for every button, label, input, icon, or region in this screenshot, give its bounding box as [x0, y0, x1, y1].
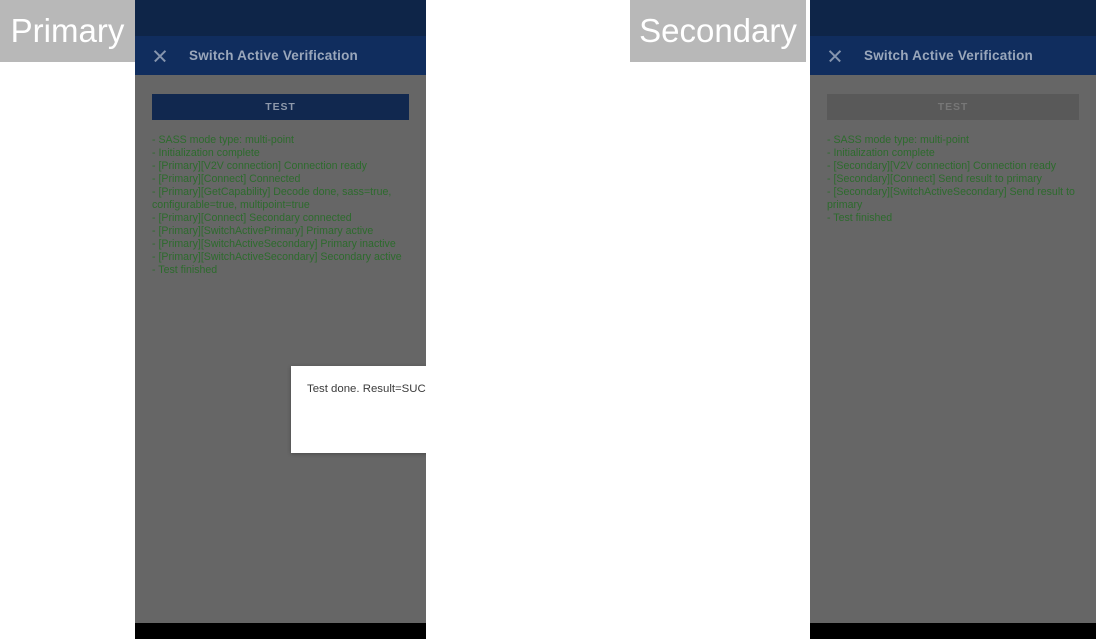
app-bar-title: Switch Active Verification [864, 48, 1033, 63]
phone-panel-primary: Switch Active Verification TEST - SASS m… [135, 0, 426, 639]
log-output-primary: - SASS mode type: multi-point - Initiali… [152, 134, 402, 276]
app-bar-title: Switch Active Verification [189, 48, 358, 63]
test-button[interactable]: TEST [827, 94, 1079, 120]
test-button[interactable]: TEST [152, 94, 409, 120]
role-label-secondary: Secondary [630, 0, 806, 62]
app-bar-secondary: Switch Active Verification [810, 36, 1096, 75]
dialog-message: Test done. Result=SUCCESS [307, 383, 426, 395]
close-icon[interactable] [827, 48, 843, 64]
content-area-primary: TEST - SASS mode type: multi-point - Ini… [135, 75, 426, 639]
content-area-secondary: TEST - SASS mode type: multi-point - Ini… [810, 75, 1096, 639]
status-bar-primary [135, 0, 426, 36]
role-label-primary: Primary [0, 0, 135, 62]
screenshot-root: Primary Secondary Switch Active Verifica… [0, 0, 1100, 639]
status-bar-secondary [810, 0, 1096, 36]
close-icon[interactable] [152, 48, 168, 64]
navigation-bar-primary [135, 623, 426, 639]
app-bar-primary: Switch Active Verification [135, 36, 426, 75]
phone-panel-secondary: Switch Active Verification TEST - SASS m… [810, 0, 1096, 639]
log-output-secondary: - SASS mode type: multi-point - Initiali… [827, 134, 1075, 224]
result-dialog-primary: Test done. Result=SUCCESS OK [291, 366, 426, 453]
navigation-bar-secondary [810, 623, 1096, 639]
